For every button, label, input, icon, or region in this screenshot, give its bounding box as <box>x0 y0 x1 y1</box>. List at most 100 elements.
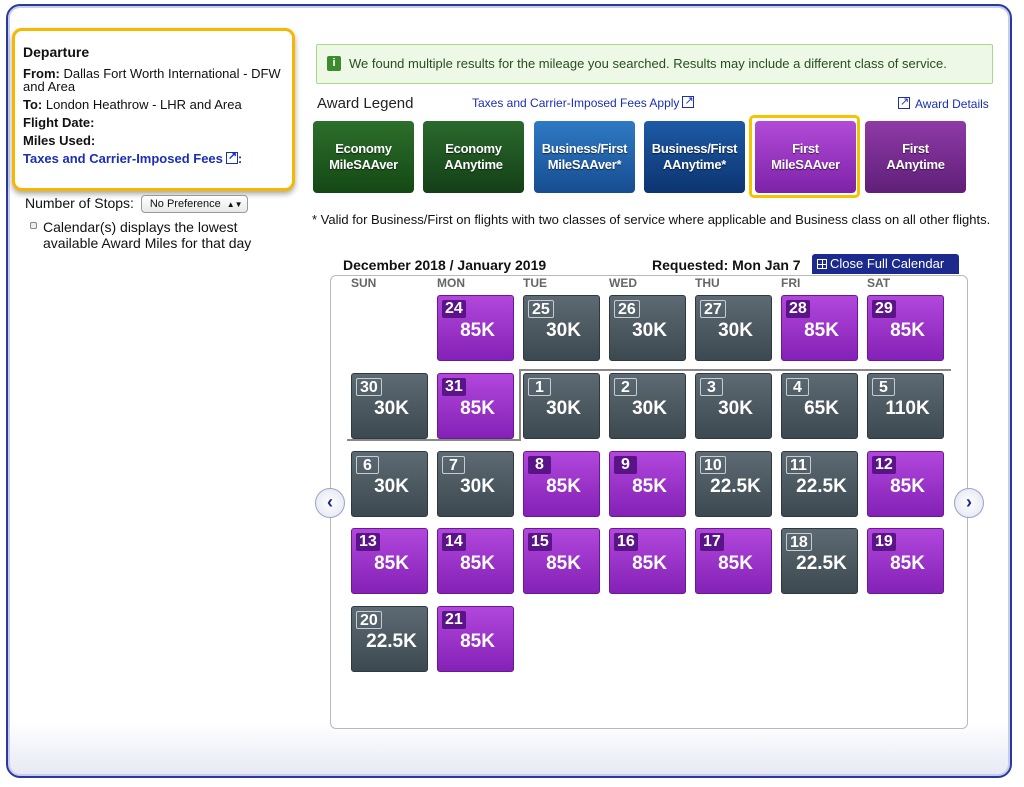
fees-colon: : <box>237 151 243 166</box>
legend-label: AAnytime <box>886 157 945 172</box>
day-of-week-label: TUE <box>523 276 547 290</box>
from-value: Dallas Fort Worth International - DFW an… <box>23 66 281 94</box>
day-of-week-label: SAT <box>867 276 891 290</box>
calendar-day-cell[interactable]: 31 85K <box>437 373 514 439</box>
legend-label: AAnytime <box>444 157 503 172</box>
calendar-day-cell[interactable]: 18 22.5K <box>781 528 858 594</box>
miles-amount: 30K <box>632 398 667 419</box>
day-number: 15 <box>528 533 552 551</box>
miles-amount: 30K <box>718 320 753 341</box>
legend-label: MileSAAver <box>771 157 840 172</box>
day-number: 7 <box>442 456 465 474</box>
award-legend-title: Award Legend <box>317 95 414 112</box>
chevron-left-icon[interactable]: ‹ <box>315 488 345 518</box>
day-of-week-label: FRI <box>781 276 801 290</box>
legend-first-milesaaver[interactable]: First MileSAAver <box>755 121 856 193</box>
legend-business-aanytime[interactable]: Business/First AAnytime* <box>644 121 745 193</box>
calendar-day-cell[interactable]: 19 85K <box>867 528 944 594</box>
day-number: 31 <box>442 378 466 396</box>
miles-amount: 30K <box>460 476 495 497</box>
legend-economy-aanytime[interactable]: Economy AAnytime <box>423 121 524 193</box>
day-number: 10 <box>700 456 726 474</box>
calendar-day-cell[interactable]: 4 65K <box>781 373 858 439</box>
calendar-day-cell[interactable]: 21 85K <box>437 606 514 672</box>
miles-amount: 85K <box>718 553 753 574</box>
calendar-day-cell[interactable]: 6 30K <box>351 451 428 517</box>
award-details-link[interactable]: Award Details <box>898 95 989 111</box>
day-number: 26 <box>614 300 640 318</box>
legend-label: Business/First <box>651 141 738 156</box>
day-of-week-label: WED <box>609 276 637 290</box>
stops-select[interactable]: No Preference ▲▼ <box>140 195 248 213</box>
calendar-day-cell[interactable]: 14 85K <box>437 528 514 594</box>
departure-summary: Departure From: Dallas Fort Worth Intern… <box>12 28 295 191</box>
miles-amount: 85K <box>632 476 667 497</box>
miles-amount: 85K <box>632 553 667 574</box>
calendar-day-cell[interactable]: 11 22.5K <box>781 451 858 517</box>
month-divider <box>520 369 951 371</box>
miles-amount: 85K <box>890 476 925 497</box>
legend-label: Economy <box>445 141 502 156</box>
calendar-day-cell[interactable]: 15 85K <box>523 528 600 594</box>
chevron-right-icon[interactable]: › <box>954 488 984 518</box>
legend-label: Economy <box>335 141 392 156</box>
info-icon: i <box>327 56 341 71</box>
fees-apply-link[interactable]: Taxes and Carrier-Imposed Fees Apply <box>472 94 695 110</box>
calendar-day-cell[interactable]: 26 30K <box>609 295 686 361</box>
close-calendar-button[interactable]: Close Full Calendar <box>812 254 959 274</box>
calendar-heading: December 2018 / January 2019 <box>343 257 547 273</box>
day-number: 29 <box>872 300 896 318</box>
calendar-day-cell[interactable]: 12 85K <box>867 451 944 517</box>
miles-amount: 85K <box>460 320 495 341</box>
stops-label: Number of Stops: <box>25 195 134 211</box>
day-of-week-label: THU <box>695 276 720 290</box>
fees-link[interactable]: Taxes and Carrier-Imposed Fees <box>23 151 223 166</box>
select-arrows-icon: ▲▼ <box>226 200 243 209</box>
award-details-text[interactable]: Award Details <box>915 97 989 111</box>
legend-business-milesaaver[interactable]: Business/First MileSAAver* <box>534 121 635 193</box>
calendar-day-cell[interactable]: 30 30K <box>351 373 428 439</box>
to-label: To: <box>23 97 43 112</box>
miles-amount: 22.5K <box>796 553 847 574</box>
fees-apply-text[interactable]: Taxes and Carrier-Imposed Fees Apply <box>472 96 679 110</box>
external-link-icon[interactable] <box>682 94 695 108</box>
calendar-day-cell[interactable]: 8 85K <box>523 451 600 517</box>
calendar-day-cell[interactable]: 9 85K <box>609 451 686 517</box>
day-number: 8 <box>528 456 551 474</box>
calendar-day-cell[interactable]: 3 30K <box>695 373 772 439</box>
flight-date-row: Flight Date: <box>23 116 284 129</box>
calendar-day-cell[interactable]: 17 85K <box>695 528 772 594</box>
bullet-icon <box>30 222 37 229</box>
day-number: 2 <box>614 378 637 396</box>
miles-amount: 85K <box>460 631 495 652</box>
departure-title: Departure <box>23 44 90 60</box>
calendar-day-cell[interactable]: 24 85K <box>437 295 514 361</box>
calendar-day-cell[interactable]: 27 30K <box>695 295 772 361</box>
calendar-day-cell[interactable]: 1 30K <box>523 373 600 439</box>
calendar-day-cell[interactable]: 25 30K <box>523 295 600 361</box>
miles-amount: 22.5K <box>366 631 417 652</box>
calendar-day-cell[interactable]: 28 85K <box>781 295 858 361</box>
calendar-note: Calendar(s) displays the lowest availabl… <box>30 219 270 251</box>
legend-first-aanytime[interactable]: First AAnytime <box>865 121 966 193</box>
calendar-day-cell[interactable]: 13 85K <box>351 528 428 594</box>
month-divider <box>347 439 521 441</box>
external-link-icon[interactable] <box>225 150 238 164</box>
legend-label: First <box>792 141 819 156</box>
calendar-day-cell[interactable]: 7 30K <box>437 451 514 517</box>
calendar-day-cell[interactable]: 10 22.5K <box>695 451 772 517</box>
calendar-day-cell[interactable]: 16 85K <box>609 528 686 594</box>
legend-label: Business/First <box>541 141 628 156</box>
external-link-icon[interactable] <box>898 95 910 109</box>
calendar-day-cell[interactable]: 5 110K <box>867 373 944 439</box>
miles-amount: 65K <box>804 398 839 419</box>
stops-select-value: No Preference <box>149 198 221 210</box>
legend-economy-milesaaver[interactable]: Economy MileSAAver <box>313 121 414 193</box>
calendar-day-cell[interactable]: 29 85K <box>867 295 944 361</box>
miles-used-row: Miles Used: <box>23 134 284 147</box>
calendar-grid-icon <box>817 259 827 269</box>
calendar-day-cell[interactable]: 20 22.5K <box>351 606 428 672</box>
calendar-day-cell[interactable]: 2 30K <box>609 373 686 439</box>
day-of-week-label: MON <box>437 276 465 290</box>
miles-amount: 85K <box>804 320 839 341</box>
